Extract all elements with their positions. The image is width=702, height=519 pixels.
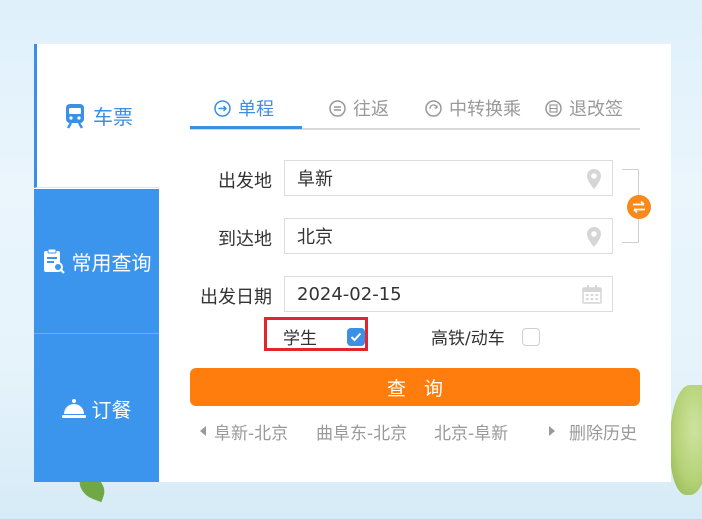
- date-value: 2024-02-15: [297, 283, 402, 305]
- tab-round-trip[interactable]: 往返: [329, 88, 389, 128]
- cloche-icon: [61, 397, 86, 419]
- departure-value: 阜新: [297, 169, 333, 190]
- history-item-label: 曲阜东-北京: [316, 423, 408, 444]
- location-pin-icon: [586, 168, 602, 195]
- tab-single-trip[interactable]: 单程: [214, 88, 274, 128]
- swap-arrows-icon: [631, 200, 647, 214]
- transfer-icon: [425, 99, 442, 117]
- history-item[interactable]: 曲阜东-北京: [316, 419, 408, 444]
- tab-transfer[interactable]: 中转换乘: [425, 88, 521, 128]
- nav-label-meal: 订餐: [91, 397, 132, 422]
- delete-history-button[interactable]: 删除历史: [549, 419, 637, 444]
- highspeed-option[interactable]: 高铁/动车: [431, 324, 540, 349]
- tab-refund[interactable]: 退改签: [545, 88, 623, 128]
- history-item-label: 阜新-北京: [214, 423, 289, 444]
- tab-label: 中转换乘: [449, 99, 521, 120]
- departure-field[interactable]: 阜新: [284, 160, 613, 196]
- nav-label-ticket: 车票: [93, 105, 133, 129]
- refund-ticket-icon: [545, 99, 562, 117]
- nav-label-common-query: 常用查询: [71, 250, 152, 275]
- search-button[interactable]: 查询: [190, 368, 640, 406]
- nav-item-meal[interactable]: 订餐: [34, 334, 159, 482]
- nav-item-ticket[interactable]: 车票: [34, 44, 159, 188]
- history-item-label: 北京-阜新: [434, 423, 509, 444]
- student-label: 学生: [283, 329, 317, 349]
- trip-type-tabs: 单程 往返 中转换乘 退改签: [190, 88, 640, 130]
- date-field[interactable]: 2024-02-15: [284, 276, 613, 312]
- departure-label: 出发地: [218, 171, 272, 192]
- calendar-icon: [582, 285, 602, 309]
- side-nav: 车票 常用查询 订餐: [34, 44, 159, 482]
- next-arrow-icon: [549, 426, 555, 436]
- arrival-label: 到达地: [218, 229, 272, 250]
- tab-label: 退改签: [569, 99, 623, 120]
- clipboard-search-icon: [42, 248, 66, 274]
- history-item[interactable]: 北京-阜新: [434, 419, 509, 444]
- arrival-field[interactable]: 北京: [284, 218, 613, 254]
- decorative-fruit: [670, 385, 702, 495]
- student-option[interactable]: 学生: [283, 324, 365, 349]
- tab-label: 单程: [238, 99, 274, 120]
- arrival-value: 北京: [297, 227, 333, 248]
- location-pin-icon: [586, 226, 602, 253]
- delete-history-label: 删除历史: [569, 423, 637, 444]
- highspeed-label: 高铁/动车: [431, 329, 505, 349]
- active-tab-indicator: [190, 126, 302, 129]
- tab-label: 往返: [353, 99, 389, 120]
- round-trip-icon: [329, 99, 346, 117]
- highspeed-checkbox[interactable]: [521, 327, 540, 346]
- date-label: 出发日期: [200, 287, 272, 308]
- nav-item-common-query[interactable]: 常用查询: [34, 189, 159, 334]
- single-trip-icon: [214, 99, 231, 117]
- student-checkbox[interactable]: [347, 327, 365, 346]
- ticket-widget: 车票 常用查询 订餐 单程 往返 中转换乘 退改签 出发地 阜新 到达地 北京 …: [34, 44, 671, 482]
- train-icon: [63, 103, 87, 129]
- prev-arrow-icon: [200, 426, 206, 436]
- swap-stations-button[interactable]: [627, 195, 651, 219]
- history-item[interactable]: 阜新-北京: [200, 419, 289, 444]
